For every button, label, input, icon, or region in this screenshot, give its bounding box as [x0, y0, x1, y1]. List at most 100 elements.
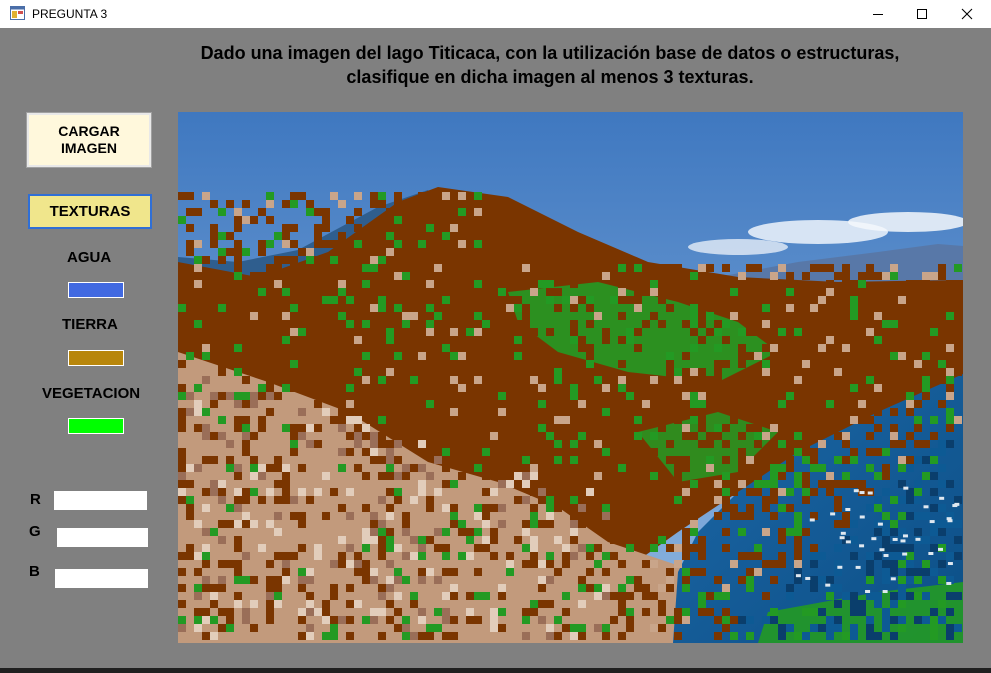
texture-pixel — [354, 560, 362, 568]
texture-pixel — [754, 480, 762, 488]
texture-pixel — [378, 232, 386, 240]
image-picture-box[interactable] — [178, 112, 963, 643]
texture-pixel — [490, 528, 498, 536]
texture-pixel — [722, 264, 730, 272]
load-image-button[interactable]: CARGAR IMAGEN — [27, 113, 151, 167]
texture-pixel — [570, 328, 578, 336]
texture-pixel — [282, 368, 290, 376]
texture-pixel — [778, 464, 786, 472]
close-button[interactable] — [944, 0, 990, 28]
texture-pixel — [890, 600, 898, 608]
texture-pixel — [666, 408, 674, 416]
texture-pixel — [258, 392, 266, 400]
texture-pixel — [354, 568, 362, 576]
texture-pixel — [450, 400, 458, 408]
texture-pixel — [450, 360, 458, 368]
texture-pixel — [570, 400, 578, 408]
texture-pixel — [282, 384, 290, 392]
texture-pixel — [410, 464, 418, 472]
texture-pixel — [802, 488, 810, 496]
texture-pixel — [682, 288, 690, 296]
texture-pixel — [578, 584, 586, 592]
texture-pixel — [242, 488, 250, 496]
texture-pixel — [650, 376, 658, 384]
texture-pixel — [242, 424, 250, 432]
texture-pixel — [186, 512, 194, 520]
texture-pixel — [242, 616, 250, 624]
texture-pixel — [810, 448, 818, 456]
texture-pixel — [594, 424, 602, 432]
texture-pixel — [306, 576, 314, 584]
texture-pixel — [370, 312, 378, 320]
texture-pixel — [346, 416, 354, 424]
texture-pixel — [882, 560, 890, 568]
texture-pixel — [266, 352, 274, 360]
texture-pixel — [618, 512, 626, 520]
texture-pixel — [266, 560, 274, 568]
b-value-field[interactable] — [55, 569, 148, 588]
texture-pixel — [794, 432, 802, 440]
texture-pixel — [706, 264, 714, 272]
texture-pixel — [762, 320, 770, 328]
texture-pixel — [698, 440, 706, 448]
texture-pixel — [450, 296, 458, 304]
maximize-button[interactable] — [899, 0, 945, 28]
texture-pixel — [850, 312, 858, 320]
texture-pixel — [378, 536, 386, 544]
boat — [946, 517, 952, 521]
texture-pixel — [370, 264, 378, 272]
texture-pixel — [938, 520, 946, 528]
texture-pixel — [754, 440, 762, 448]
texture-pixel — [354, 272, 362, 280]
texture-pixel — [610, 472, 618, 480]
texture-pixel — [386, 232, 394, 240]
texture-pixel — [554, 360, 562, 368]
texture-pixel — [346, 392, 354, 400]
textures-button[interactable]: TEXTURAS — [28, 194, 152, 229]
texture-pixel — [250, 600, 258, 608]
texture-pixel — [538, 384, 546, 392]
texture-pixel — [786, 592, 794, 600]
texture-pixel — [378, 352, 386, 360]
texture-pixel — [850, 296, 858, 304]
texture-pixel — [338, 200, 346, 208]
texture-pixel — [242, 200, 250, 208]
texture-pixel — [634, 280, 642, 288]
texture-pixel — [434, 488, 442, 496]
texture-pixel — [810, 400, 818, 408]
texture-pixel — [226, 200, 234, 208]
texture-pixel — [378, 376, 386, 384]
texture-pixel — [322, 600, 330, 608]
texture-pixel — [914, 512, 922, 520]
minimize-button[interactable] — [855, 0, 901, 28]
texture-pixel — [586, 352, 594, 360]
texture-pixel — [386, 248, 394, 256]
texture-pixel — [178, 392, 186, 400]
texture-pixel — [722, 504, 730, 512]
texture-pixel — [410, 272, 418, 280]
texture-pixel — [866, 296, 874, 304]
texture-pixel — [602, 632, 610, 640]
texture-pixel — [362, 264, 370, 272]
texture-pixel — [642, 608, 650, 616]
texture-pixel — [290, 264, 298, 272]
title-bar[interactable]: PREGUNTA 3 — [0, 0, 991, 28]
texture-pixel — [602, 512, 610, 520]
texture-pixel — [418, 616, 426, 624]
texture-pixel — [218, 280, 226, 288]
texture-pixel — [514, 272, 522, 280]
texture-pixel — [906, 496, 914, 504]
texture-pixel — [554, 472, 562, 480]
texture-pixel — [738, 552, 746, 560]
r-value-field[interactable] — [54, 491, 147, 510]
texture-pixel — [618, 584, 626, 592]
texture-pixel — [386, 216, 394, 224]
texture-pixel — [626, 464, 634, 472]
texture-pixel — [474, 592, 482, 600]
texture-pixel — [546, 512, 554, 520]
texture-pixel — [906, 360, 914, 368]
texture-pixel — [650, 264, 658, 272]
texture-pixel — [418, 192, 426, 200]
g-value-field[interactable] — [57, 528, 148, 547]
texture-pixel — [562, 624, 570, 632]
